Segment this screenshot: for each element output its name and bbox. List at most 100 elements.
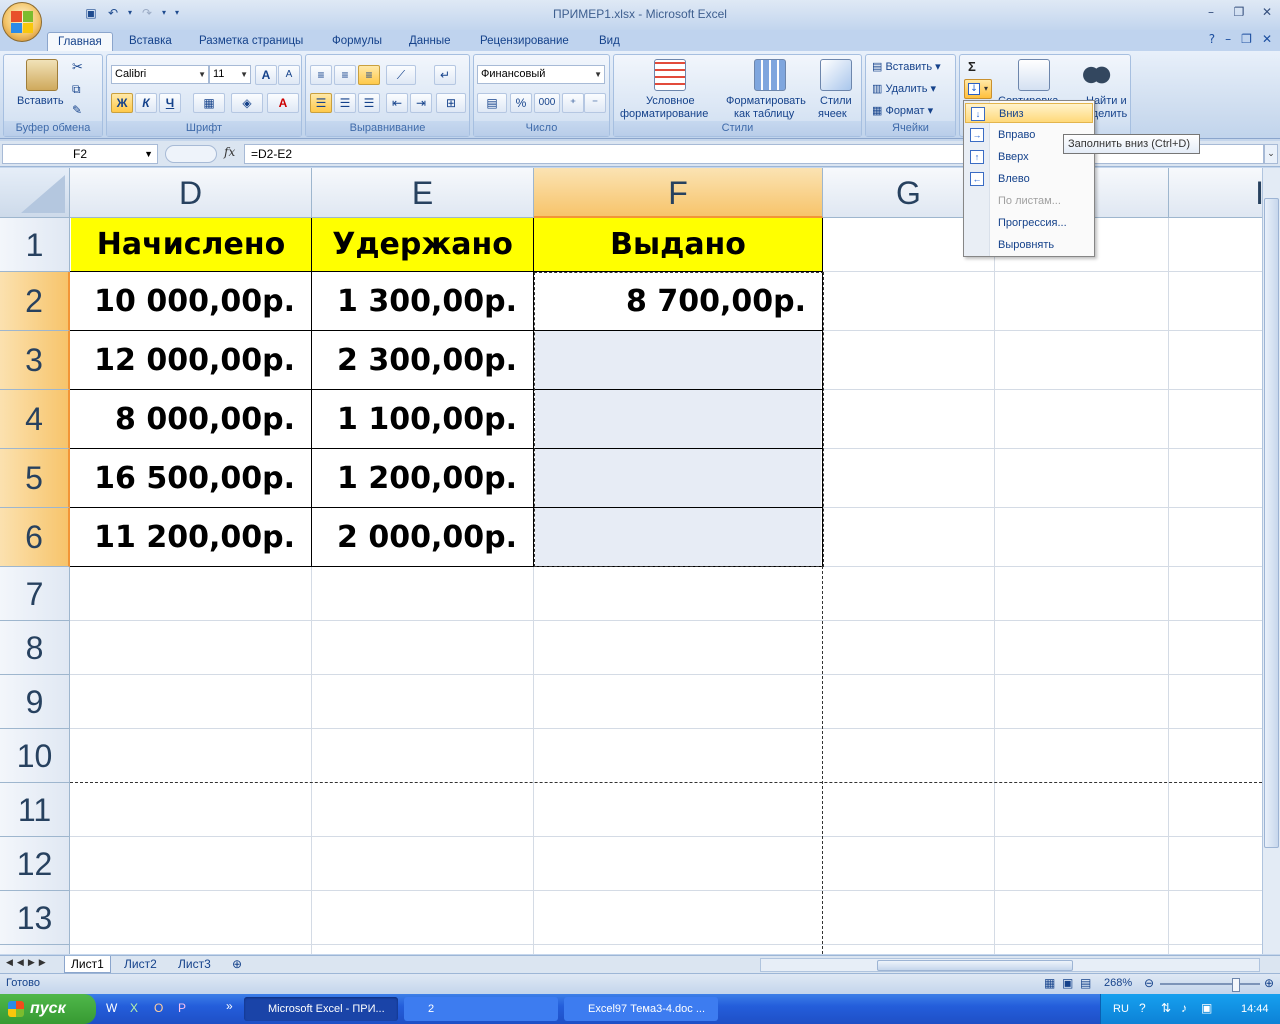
format-painter-icon[interactable]: ✎ xyxy=(72,103,82,117)
quicklaunch-outlook-icon[interactable]: O xyxy=(154,1001,163,1015)
restore-icon[interactable]: ❐ xyxy=(1232,5,1246,19)
tab-review[interactable]: Рецензирование xyxy=(470,32,579,51)
bold-button[interactable]: Ж xyxy=(111,93,133,113)
cell-f1[interactable]: Выдано xyxy=(534,218,822,271)
thousands-button[interactable]: 000 xyxy=(534,93,560,113)
quicklaunch-excel-icon[interactable]: X xyxy=(130,1001,138,1015)
format-as-table-label-1[interactable]: Форматировать xyxy=(726,95,806,107)
fill-color-icon[interactable]: ◈ xyxy=(231,93,263,113)
view-normal-icon[interactable]: ▦ xyxy=(1044,976,1055,990)
decrease-indent-icon[interactable]: ⇤ xyxy=(386,93,408,113)
tab-insert[interactable]: Вставка xyxy=(119,32,182,51)
cell-e6[interactable]: 2 000,00р. xyxy=(312,508,533,566)
help-icon[interactable]: ? xyxy=(1209,32,1215,46)
wrap-text-icon[interactable]: ↵ xyxy=(434,65,456,85)
menu-item-series[interactable]: Прогрессия... xyxy=(965,213,1093,233)
doc-restore-icon[interactable]: ❐ xyxy=(1241,32,1252,46)
row-header-7[interactable]: 7 xyxy=(0,567,70,621)
menu-item-fill-left[interactable]: ← Влево xyxy=(965,169,1093,189)
cell-styles-label-1[interactable]: Стили xyxy=(820,95,852,107)
cell-e1[interactable]: Удержано xyxy=(312,218,533,271)
formula-bar-splitter[interactable] xyxy=(165,145,217,163)
format-cells-button[interactable]: ▦ Формат ▾ xyxy=(872,104,933,117)
cell-f5[interactable] xyxy=(534,449,822,507)
cell-d6[interactable]: 11 200,00р. xyxy=(71,508,311,566)
percent-button[interactable]: % xyxy=(510,93,532,113)
doc-minimize-icon[interactable]: – xyxy=(1225,32,1231,46)
align-middle-icon[interactable]: ≡ xyxy=(334,65,356,85)
underline-button[interactable]: Ч xyxy=(159,93,181,113)
row-header-6[interactable]: 6 xyxy=(0,508,70,567)
find-select-icon[interactable] xyxy=(1080,59,1112,91)
row-header-13[interactable]: 13 xyxy=(0,891,70,945)
horizontal-scrollbar[interactable] xyxy=(760,958,1260,972)
fill-button[interactable]: ↓ ▾ xyxy=(964,79,992,99)
worksheet-grid[interactable]: D E F G I 1 2 3 4 5 6 7 8 9 10 11 12 13 … xyxy=(0,168,1262,954)
row-header-2[interactable]: 2 xyxy=(0,272,70,331)
cell-d2[interactable]: 10 000,00р. xyxy=(71,272,311,330)
conditional-formatting-label-2[interactable]: форматирование xyxy=(620,108,708,120)
sheet-nav-arrows-icon[interactable]: ◀◀▶▶ xyxy=(6,957,50,968)
align-right-icon[interactable]: ☰ xyxy=(358,93,380,113)
row-header-12[interactable]: 12 xyxy=(0,837,70,891)
quicklaunch-word-icon[interactable]: W xyxy=(106,1001,117,1015)
italic-button[interactable]: К xyxy=(135,93,157,113)
tray-app-icon[interactable]: ▣ xyxy=(1201,1001,1212,1015)
paste-icon[interactable] xyxy=(26,59,58,91)
zoom-out-icon[interactable]: ⊖ xyxy=(1144,976,1154,990)
decrease-decimal-icon[interactable]: ⁻ xyxy=(584,93,606,113)
menu-item-fill-down[interactable]: ↓ Вниз xyxy=(965,103,1093,123)
row-header-1[interactable]: 1 xyxy=(0,218,70,272)
horizontal-scroll-thumb[interactable] xyxy=(877,960,1073,971)
tab-page-layout[interactable]: Разметка страницы xyxy=(189,32,313,51)
volume-tray-icon[interactable]: ♪ xyxy=(1181,1001,1187,1015)
cut-icon[interactable]: ✂ xyxy=(72,59,83,75)
tab-formulas[interactable]: Формулы xyxy=(322,32,392,51)
quicklaunch-publisher-icon[interactable]: P xyxy=(178,1001,186,1015)
task-folder[interactable]: 2 xyxy=(404,997,558,1021)
zoom-in-icon[interactable]: ⊕ xyxy=(1264,976,1274,990)
sheet-tab-1[interactable]: Лист1 xyxy=(64,956,111,973)
increase-decimal-icon[interactable]: ⁺ xyxy=(562,93,584,113)
sheet-tab-2[interactable]: Лист2 xyxy=(118,956,163,973)
cell-d5[interactable]: 16 500,00р. xyxy=(71,449,311,507)
expand-formula-bar-icon[interactable]: ⌄ xyxy=(1264,144,1278,164)
language-indicator[interactable]: RU xyxy=(1113,1003,1129,1015)
copy-icon[interactable]: ⧉ xyxy=(72,82,81,97)
row-header-10[interactable]: 10 xyxy=(0,729,70,783)
row-header-3[interactable]: 3 xyxy=(0,331,70,390)
minimize-icon[interactable]: – xyxy=(1204,5,1218,19)
cell-d4[interactable]: 8 000,00р. xyxy=(71,390,311,448)
merge-center-icon[interactable]: ⊞ xyxy=(436,93,466,113)
cell-styles-icon[interactable] xyxy=(820,59,852,91)
zoom-level[interactable]: 268% xyxy=(1104,977,1132,989)
conditional-formatting-icon[interactable] xyxy=(654,59,686,91)
autosum-button[interactable]: Σ xyxy=(968,59,976,74)
row-header-11[interactable]: 11 xyxy=(0,783,70,837)
orientation-icon[interactable]: ⟋ xyxy=(386,65,416,85)
sort-filter-icon[interactable] xyxy=(1018,59,1050,91)
name-box[interactable]: F2 ▼ xyxy=(2,144,158,164)
cell-e2[interactable]: 1 300,00р. xyxy=(312,272,533,330)
doc-close-icon[interactable]: ✕ xyxy=(1262,32,1272,46)
column-header-f[interactable]: F xyxy=(534,168,823,218)
row-header-14[interactable] xyxy=(0,945,70,954)
number-format-combo[interactable]: Финансовый ▼ xyxy=(477,65,605,84)
vertical-scrollbar[interactable] xyxy=(1262,168,1280,954)
font-size-combo[interactable]: 11 ▼ xyxy=(209,65,251,84)
column-header-i[interactable]: I xyxy=(1169,168,1262,218)
tab-view[interactable]: Вид xyxy=(589,32,630,51)
insert-cells-button[interactable]: ▤ Вставить ▾ xyxy=(872,60,941,73)
new-sheet-icon[interactable]: ⊕ xyxy=(226,956,248,973)
row-header-4[interactable]: 4 xyxy=(0,390,70,449)
cell-d3[interactable]: 12 000,00р. xyxy=(71,331,311,389)
cell-e3[interactable]: 2 300,00р. xyxy=(312,331,533,389)
office-button[interactable] xyxy=(2,2,42,42)
align-bottom-icon[interactable]: ≡ xyxy=(358,65,380,85)
network-tray-icon[interactable]: ⇅ xyxy=(1161,1001,1171,1015)
cell-f6[interactable] xyxy=(534,508,822,566)
increase-indent-icon[interactable]: ⇥ xyxy=(410,93,432,113)
view-page-break-icon[interactable]: ▤ xyxy=(1080,976,1091,990)
cell-e4[interactable]: 1 100,00р. xyxy=(312,390,533,448)
row-header-9[interactable]: 9 xyxy=(0,675,70,729)
